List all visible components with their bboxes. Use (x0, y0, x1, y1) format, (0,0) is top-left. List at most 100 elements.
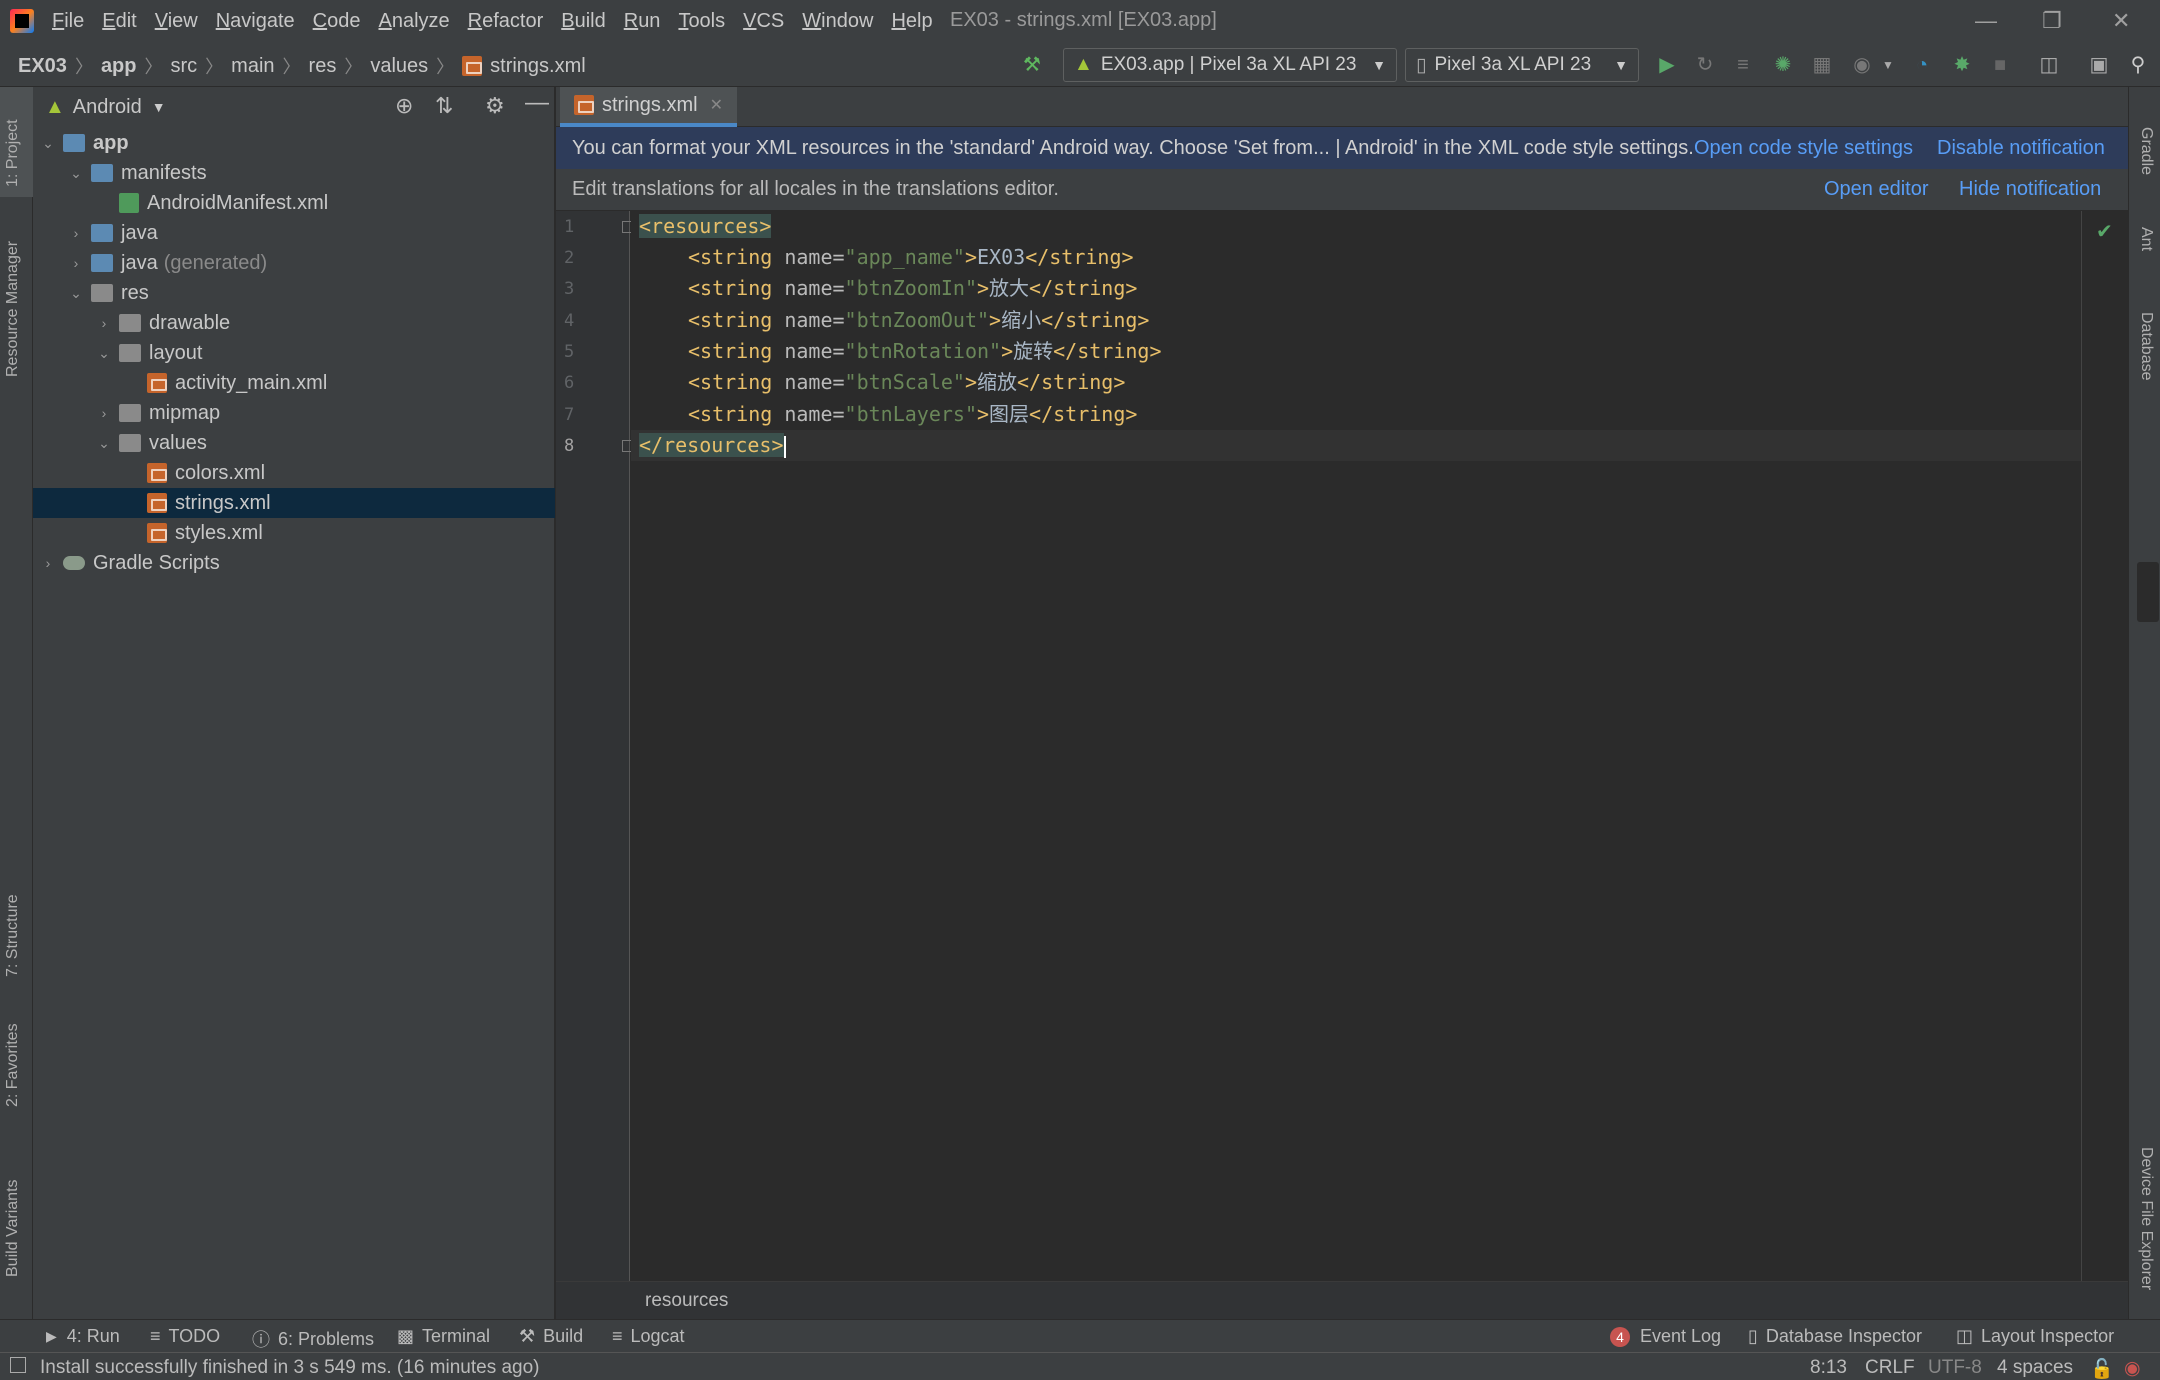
crumb-res[interactable]: res (309, 55, 337, 78)
menu-vcs[interactable]: VCS (743, 10, 784, 33)
tool-layout-inspector[interactable]: ◫ Layout Inspector (1956, 1326, 2114, 1347)
tool-event-log[interactable]: 4 Event Log (1610, 1326, 1721, 1347)
tool-problems[interactable]: ⓘ 6: Problems (252, 1326, 374, 1352)
hide-notification-link[interactable]: Hide notification (1959, 178, 2101, 201)
chevron-right-icon[interactable]: › (95, 315, 113, 331)
project-view-dropdown[interactable]: Android (73, 96, 142, 119)
file-encoding[interactable]: UTF-8 (1928, 1357, 1982, 1379)
chevron-right-icon[interactable]: › (67, 225, 85, 241)
tree-item-styles[interactable]: styles.xml (33, 518, 555, 548)
emulator-tab[interactable] (2137, 562, 2159, 622)
menu-help[interactable]: Help (891, 10, 932, 33)
tool-project[interactable]: 1: Project (4, 119, 22, 187)
menu-refactor[interactable]: Refactor (468, 10, 544, 33)
chevron-right-icon[interactable]: › (95, 405, 113, 421)
attach-debugger-icon[interactable]: ✸ (1950, 53, 1974, 77)
coverage-icon[interactable]: ▦ (1810, 53, 1834, 77)
line-separator[interactable]: CRLF (1865, 1357, 1915, 1379)
status-message[interactable]: Install successfully finished in 3 s 549… (40, 1357, 540, 1379)
tree-item-res[interactable]: ⌄ res (33, 278, 555, 308)
crumb-values[interactable]: values (370, 55, 428, 78)
profiler-icon[interactable]: ◔ (1910, 53, 1934, 77)
tool-logcat[interactable]: ≡ Logcat (612, 1326, 685, 1347)
tree-item-values[interactable]: ⌄ values (33, 428, 555, 458)
tree-item-manifests[interactable]: ⌄ manifests (33, 158, 555, 188)
tool-favorites[interactable]: 2: Favorites (4, 1023, 22, 1107)
tool-structure[interactable]: 7: Structure (4, 894, 22, 977)
chevron-down-icon[interactable]: ⌄ (95, 435, 113, 452)
menu-window[interactable]: Window (802, 10, 873, 33)
open-editor-link[interactable]: Open editor (1824, 178, 1929, 201)
crumb-project[interactable]: EX03 (18, 55, 67, 78)
tool-resource-manager[interactable]: Resource Manager (4, 241, 22, 377)
caret-position[interactable]: 8:13 (1810, 1357, 1847, 1379)
tool-device-file-explorer[interactable]: Device File Explorer (2137, 1147, 2155, 1290)
tree-item-mipmap[interactable]: › mipmap (33, 398, 555, 428)
panel-toggle-icon[interactable] (10, 1357, 26, 1373)
hector-icon[interactable]: ◉ (2124, 1357, 2141, 1380)
project-structure-icon[interactable]: ◫ (2037, 53, 2061, 77)
chevron-right-icon[interactable]: › (39, 555, 57, 571)
tool-ant[interactable]: Ant (2137, 227, 2155, 251)
menu-view[interactable]: View (155, 10, 198, 33)
menu-code[interactable]: Code (313, 10, 361, 33)
tree-item-java[interactable]: › java (33, 218, 555, 248)
tree-item-activity-main[interactable]: activity_main.xml (33, 368, 555, 398)
run-config-dropdown[interactable]: ▲ EX03.app | Pixel 3a XL API 23 ▼ (1063, 48, 1397, 82)
crumb-module[interactable]: app (101, 55, 137, 78)
tool-database-inspector[interactable]: ▯ Database Inspector (1748, 1326, 1922, 1347)
menu-edit[interactable]: Edit (102, 10, 136, 33)
device-dropdown[interactable]: ▯ Pixel 3a XL API 23 ▼ (1405, 48, 1639, 82)
chevron-down-icon[interactable]: ⌄ (95, 345, 113, 362)
tree-item-layout[interactable]: ⌄ layout (33, 338, 555, 368)
tree-item-strings[interactable]: strings.xml (33, 488, 555, 518)
xml-path-crumb[interactable]: resources (645, 1290, 728, 1312)
avd-manager-icon[interactable]: ▣ (2087, 53, 2111, 77)
apply-code-changes-icon[interactable]: ≡ (1731, 53, 1755, 77)
chevron-right-icon[interactable]: › (67, 255, 85, 271)
chevron-down-icon[interactable]: ⌄ (39, 135, 57, 152)
menu-file[interactable]: File (52, 10, 84, 33)
tab-strings-xml[interactable]: strings.xml ✕ (560, 87, 737, 127)
crumb-file[interactable]: strings.xml (490, 55, 586, 78)
collapse-all-icon[interactable]: ⇅ (435, 93, 453, 119)
close-icon[interactable]: ✕ (2112, 8, 2130, 34)
tool-terminal[interactable]: ▩ Terminal (397, 1326, 490, 1347)
tree-item-java-generated[interactable]: › java (generated) (33, 248, 555, 278)
tool-build[interactable]: ⚒ Build (519, 1326, 583, 1347)
chevron-down-icon[interactable]: ▼ (1876, 53, 1900, 77)
menu-build[interactable]: Build (561, 10, 605, 33)
tree-item-drawable[interactable]: › drawable (33, 308, 555, 338)
hide-panel-icon[interactable]: — (525, 89, 549, 117)
chevron-down-icon[interactable]: ▼ (152, 99, 166, 115)
menu-navigate[interactable]: Navigate (216, 10, 295, 33)
minimize-icon[interactable]: — (1975, 8, 1997, 34)
apply-changes-icon[interactable]: ↻ (1693, 53, 1717, 77)
make-project-hammer-icon[interactable]: ⚒ (1020, 53, 1044, 77)
locate-icon[interactable]: ⊕ (395, 93, 413, 119)
tool-gradle[interactable]: Gradle (2137, 127, 2155, 175)
gear-icon[interactable]: ⚙ (485, 93, 505, 119)
open-code-style-settings-link[interactable]: Open code style settings (1694, 137, 1913, 160)
tool-build-variants[interactable]: Build Variants (4, 1179, 22, 1277)
code-editor[interactable]: <resources> <string name="app_name">EX03… (631, 211, 2128, 1281)
tree-item-android-manifest[interactable]: AndroidManifest.xml (33, 188, 555, 218)
restore-icon[interactable]: ❐ (2042, 8, 2062, 34)
menu-tools[interactable]: Tools (678, 10, 725, 33)
tool-database[interactable]: Database (2137, 312, 2155, 381)
tree-item-colors[interactable]: colors.xml (33, 458, 555, 488)
tree-item-gradle-scripts[interactable]: › Gradle Scripts (33, 548, 555, 578)
stop-icon[interactable]: ■ (1988, 53, 2012, 77)
disable-notification-link[interactable]: Disable notification (1937, 137, 2105, 160)
menu-run[interactable]: Run (624, 10, 661, 33)
tool-todo[interactable]: ≡ TODO (150, 1326, 220, 1347)
crumb-src[interactable]: src (171, 55, 198, 78)
attach-icon[interactable]: ◉ (1850, 53, 1874, 77)
menu-analyze[interactable]: Analyze (378, 10, 449, 33)
chevron-down-icon[interactable]: ⌄ (67, 165, 85, 182)
lock-icon[interactable]: 🔓 (2090, 1357, 2114, 1380)
crumb-main[interactable]: main (231, 55, 274, 78)
debug-icon[interactable]: ✺ (1771, 53, 1795, 77)
run-icon[interactable]: ▶ (1655, 53, 1679, 77)
tree-item-app[interactable]: ⌄ app (33, 128, 555, 158)
